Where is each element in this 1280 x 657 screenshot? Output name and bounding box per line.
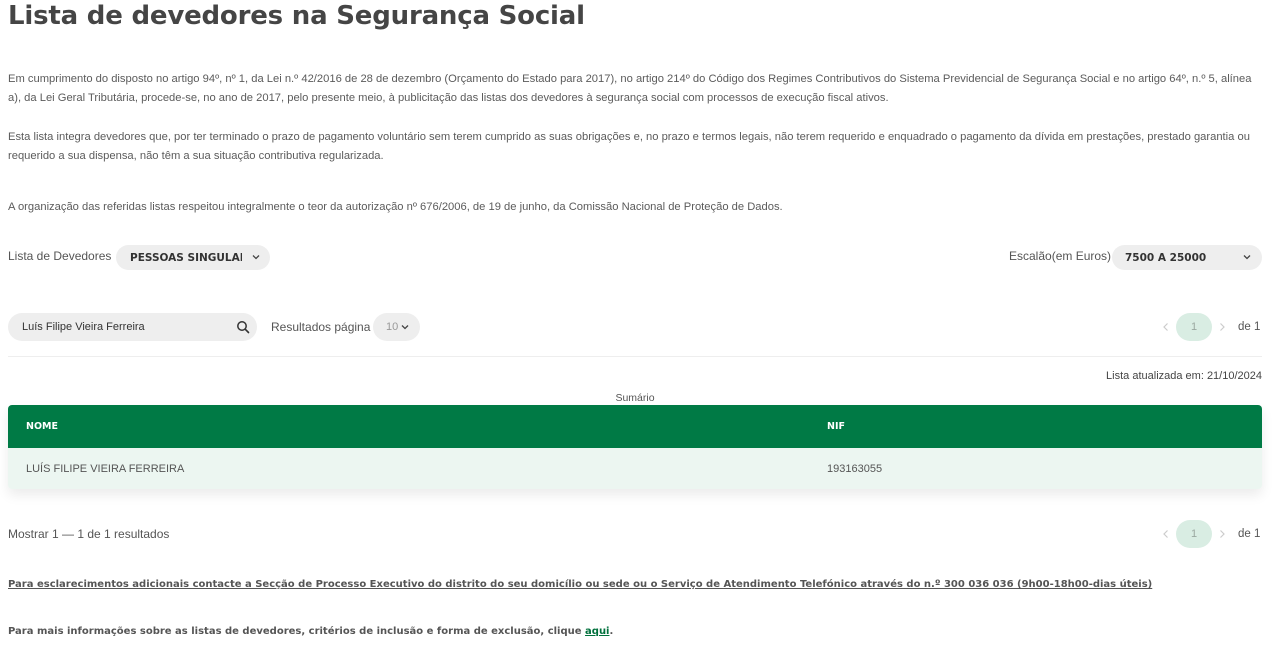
chevron-left-icon[interactable] [1160, 528, 1172, 540]
results-per-page-value: 10 [386, 321, 399, 333]
page-title: Lista de devedores na Segurança Social [8, 1, 585, 31]
bracket-value: 7500 A 25000 [1125, 251, 1207, 264]
intro-paragraph-2: Esta lista integra devedores que, por te… [8, 131, 1250, 162]
bracket-label: Escalão(em Euros) [1009, 249, 1112, 263]
search-box [8, 313, 257, 341]
pagination-bottom: 1 de 1 [1160, 520, 1260, 548]
chevron-right-icon[interactable] [1216, 321, 1228, 333]
column-header-nif[interactable]: NIF [809, 405, 1262, 448]
divider [8, 356, 1262, 357]
column-header-name[interactable]: NOME [8, 405, 809, 448]
table-header-row: NOME NIF [8, 405, 1262, 448]
more-info-period: . [609, 626, 614, 637]
debtor-list-select[interactable]: PESSOAS SINGULARES [116, 245, 270, 270]
results-per-page-label: Resultados página [271, 320, 371, 334]
contact-note: Para esclarecimentos adicionais contacte… [8, 579, 1153, 590]
chevron-down-icon [252, 255, 260, 260]
bracket-select[interactable]: 7500 A 25000 [1112, 245, 1262, 270]
more-info-link[interactable]: aqui [585, 626, 609, 637]
page-button-current[interactable]: 1 [1176, 313, 1212, 341]
chevron-down-icon [401, 325, 409, 330]
intro-paragraph-1: Em cumprimento do disposto no artigo 94º… [8, 73, 1252, 104]
debtor-list-label: Lista de Devedores [8, 249, 112, 263]
chevron-down-icon [1243, 255, 1251, 260]
intro-paragraph-3: A organização das referidas listas respe… [8, 201, 783, 213]
table-row: LUÍS FILIPE VIEIRA FERREIRA 193163055 [8, 448, 1262, 489]
search-input[interactable] [22, 318, 222, 336]
results-count: Mostrar 1 — 1 de 1 resultados [8, 527, 170, 541]
chevron-left-icon[interactable] [1160, 321, 1172, 333]
cell-name: LUÍS FILIPE VIEIRA FERREIRA [26, 462, 185, 475]
debtor-list-value: PESSOAS SINGULARES [130, 251, 242, 264]
pagination-top: 1 de 1 [1160, 313, 1260, 341]
cell-nif: 193163055 [827, 462, 883, 475]
page-total: de 1 [1238, 528, 1261, 540]
list-updated-date: Lista atualizada em: 21/10/2024 [1106, 370, 1262, 382]
debtors-table: NOME NIF LUÍS FILIPE VIEIRA FERREIRA 193… [8, 405, 1262, 489]
results-per-page-select[interactable]: 10 [373, 313, 420, 341]
page-total: de 1 [1238, 321, 1261, 333]
more-info-text: Para mais informações sobre as listas de… [8, 626, 586, 637]
table-caption: Sumário [615, 392, 655, 404]
search-icon[interactable] [236, 320, 250, 334]
chevron-right-icon[interactable] [1216, 528, 1228, 540]
more-info-note: Para mais informações sobre as listas de… [8, 626, 613, 637]
page-button-current[interactable]: 1 [1176, 520, 1212, 548]
